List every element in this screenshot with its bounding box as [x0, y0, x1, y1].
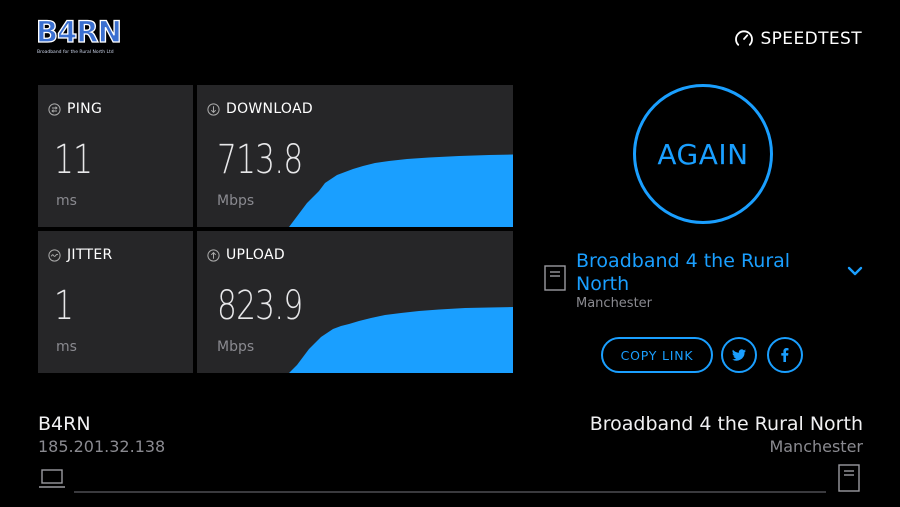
ping-unit: ms — [56, 193, 77, 209]
upload-arrow-icon — [207, 248, 220, 262]
connection-line — [74, 491, 826, 493]
twitter-share-button[interactable] — [721, 337, 757, 373]
host-location: Manchester — [769, 437, 863, 456]
upload-speed-graph — [289, 307, 513, 373]
ping-icon — [48, 102, 61, 116]
again-label: AGAIN — [657, 137, 749, 171]
twitter-icon — [732, 349, 746, 361]
jitter-tile: JITTER 1 ms — [38, 231, 193, 373]
ping-value: 11 — [54, 137, 93, 183]
chevron-down-icon[interactable] — [846, 264, 864, 278]
gauge-icon — [735, 30, 754, 46]
facebook-icon — [781, 348, 789, 362]
upload-tile: UPLOAD 823.9 Mbps — [197, 231, 513, 373]
upload-unit: Mbps — [217, 339, 255, 355]
server-location: Manchester — [576, 296, 653, 311]
b4rn-logo: B4RN Broadband for the Rural North Ltd — [35, 15, 126, 60]
ping-header: PING — [48, 101, 102, 117]
download-speed-graph — [289, 154, 513, 227]
download-header: DOWNLOAD — [207, 101, 313, 117]
upload-label: UPLOAD — [226, 247, 285, 263]
copy-link-button[interactable]: COPY LINK — [601, 337, 713, 373]
download-tile: DOWNLOAD 713.8 Mbps — [197, 85, 513, 227]
ping-label: PING — [67, 101, 103, 117]
download-arrow-icon — [207, 102, 220, 116]
server-name-link[interactable]: Broadband 4 the Rural North — [576, 250, 838, 296]
facebook-share-button[interactable] — [767, 337, 803, 373]
jitter-value: 1 — [54, 283, 74, 329]
logo-tagline: Broadband for the Rural North Ltd — [37, 50, 114, 55]
jitter-label: JITTER — [67, 247, 113, 263]
ping-tile: PING 11 ms — [38, 85, 193, 227]
again-button[interactable]: AGAIN — [633, 84, 773, 224]
logo-name: B4RN — [35, 15, 122, 49]
download-unit: Mbps — [217, 193, 255, 209]
server-icon — [544, 265, 566, 291]
jitter-header: JITTER — [48, 247, 113, 263]
isp-name: B4RN — [38, 413, 91, 435]
upload-header: UPLOAD — [207, 247, 285, 263]
download-label: DOWNLOAD — [226, 101, 313, 117]
isp-ip-address: 185.201.32.138 — [38, 437, 166, 456]
laptop-icon — [39, 469, 65, 488]
host-name: Broadband 4 the Rural North — [589, 413, 863, 435]
host-server-icon — [838, 464, 860, 492]
speedtest-brand: SPEEDTEST — [734, 28, 862, 50]
jitter-unit: ms — [56, 339, 77, 355]
jitter-wave-icon — [48, 248, 61, 262]
brand-name: SPEEDTEST — [760, 29, 862, 49]
